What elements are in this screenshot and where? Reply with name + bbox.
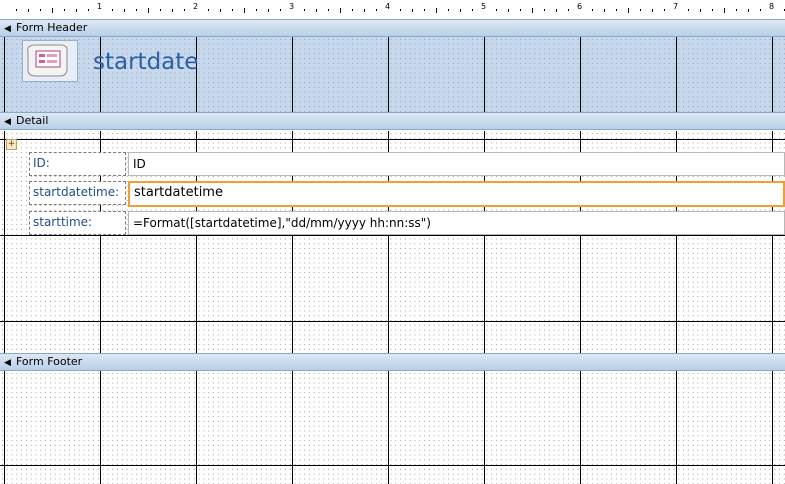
ruler-tick [400,9,401,11]
ruler-tick [328,9,329,11]
ruler-tick [352,9,353,11]
ruler-tick [592,9,593,11]
id-label[interactable]: ID: [29,152,126,176]
ruler-tick [688,9,689,11]
ruler-tick [664,9,665,11]
ruler-tick [220,9,221,12]
ruler-tick [256,9,257,11]
ruler-tick [340,8,341,13]
ruler-tick [568,9,569,11]
ruler-tick [520,9,521,11]
ruler-tick [124,9,125,12]
detail-label: Detail [16,114,49,127]
ruler-tick [16,9,17,11]
ruler-tick [88,9,89,11]
ruler-tick [376,9,377,11]
ruler-tick [496,9,497,11]
ruler-tick [712,9,713,11]
ruler-tick [448,9,449,11]
ruler-tick [700,9,701,12]
collapse-arrow-icon: ◀ [4,24,11,34]
ruler-number: 1 [97,2,103,11]
ruler-number: 4 [385,2,391,11]
form-footer-section[interactable] [0,371,785,484]
ruler-tick [172,9,173,12]
ruler-tick [628,8,629,13]
form-header-bar[interactable]: ◀ Form Header [0,19,785,37]
ruler-number: 5 [481,2,487,11]
ruler-tick [460,9,461,12]
horizontal-ruler[interactable]: 1 2 3 4 5 6 7 8 [0,0,785,20]
ruler-number: 6 [577,2,583,11]
ruler-tick [28,9,29,12]
ruler-tick [40,9,41,11]
grid-line [0,465,785,466]
grid-line [0,235,785,236]
ruler-tick [604,9,605,12]
ruler-tick [472,9,473,11]
ruler-tick [148,8,149,13]
ruler-tick [544,9,545,11]
id-textbox[interactable]: ID [128,152,785,176]
collapse-arrow-icon: ◀ [4,358,11,368]
ruler-tick [184,9,185,11]
ruler-tick [364,9,365,12]
grid-line [0,321,785,322]
grid-line [0,139,785,140]
ruler-number: 3 [289,2,295,11]
ruler-number: 7 [673,2,679,11]
layout-anchor-icon[interactable]: + [6,139,17,150]
ruler-tick [556,9,557,12]
ruler-tick [232,9,233,11]
form-footer-bar[interactable]: ◀ Form Footer [0,353,785,371]
ruler-tick [268,9,269,12]
ruler-tick [160,9,161,11]
ruler-tick [436,8,437,13]
form-footer-label: Form Footer [16,355,83,368]
ruler-tick [112,9,113,11]
ruler-tick [508,9,509,12]
ruler-tick [136,9,137,11]
ruler-tick [304,9,305,11]
ruler-tick [652,9,653,12]
ruler-number: 2 [193,2,199,11]
ruler-tick [280,9,281,11]
ruler-tick [208,9,209,11]
ruler-tick [76,9,77,12]
ruler-tick [424,9,425,11]
ruler-tick [640,9,641,11]
ruler-tick [760,9,761,11]
detail-bar[interactable]: ◀ Detail [0,112,785,130]
startdatetime-textbox[interactable]: startdatetime [128,181,785,207]
ruler-tick [64,9,65,11]
ruler-tick [736,9,737,11]
starttime-textbox[interactable]: =Format([startdatetime],"dd/mm/yyyy hh:n… [128,211,785,235]
ruler-tick [748,9,749,12]
ruler-tick [244,8,245,13]
form-header-label: Form Header [16,21,88,34]
startdatetime-label[interactable]: startdatetime: [29,181,126,205]
ruler-tick [724,8,725,13]
ruler-tick [412,9,413,12]
collapse-arrow-icon: ◀ [4,117,11,127]
ruler-tick [616,9,617,11]
ruler-tick [316,9,317,12]
starttime-label[interactable]: starttime: [29,211,126,235]
ruler-tick [532,8,533,13]
form-title[interactable]: startdate [93,47,198,77]
ruler-number: 8 [769,2,775,11]
form-icon[interactable] [22,40,78,82]
ruler-tick [52,8,53,13]
